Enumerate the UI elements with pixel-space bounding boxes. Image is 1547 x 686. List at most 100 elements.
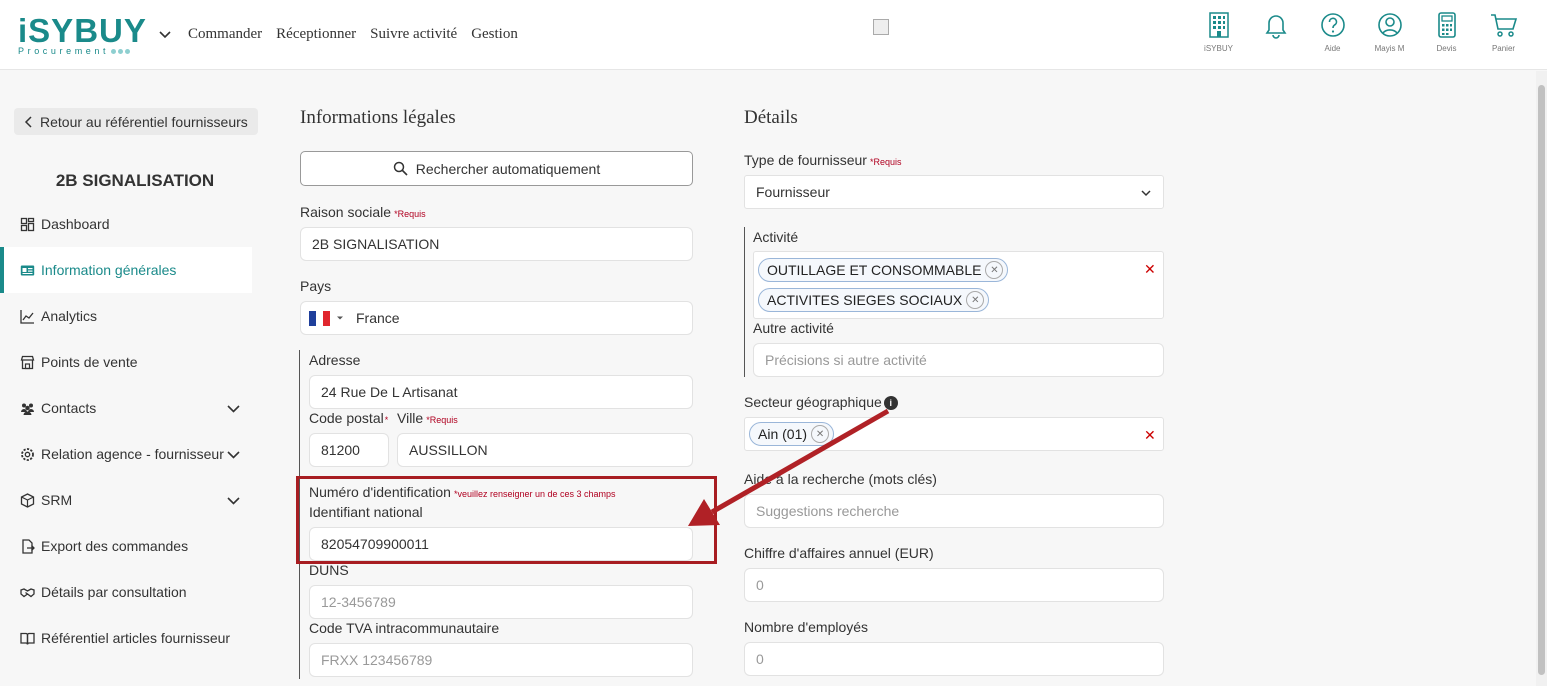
pays-value: France bbox=[356, 310, 400, 326]
sidebar-item-label: Contacts bbox=[41, 400, 97, 416]
book-icon bbox=[20, 632, 35, 645]
sidebar-item-label: Points de vente bbox=[41, 354, 138, 370]
company-name: 2B SIGNALISATION bbox=[55, 171, 215, 190]
export-icon bbox=[22, 538, 35, 554]
chevron-down-icon[interactable] bbox=[226, 493, 241, 508]
autre-activite-input[interactable]: Précisions si autre activité bbox=[753, 343, 1164, 377]
main-content: Informations légales Rechercher automati… bbox=[260, 71, 1536, 686]
header-icon-label: Devis bbox=[1436, 44, 1457, 53]
type-fournisseur-value: Fournisseur bbox=[756, 184, 830, 200]
sidebar-item-label: Information générales bbox=[41, 262, 177, 278]
id-card-icon bbox=[20, 265, 35, 275]
auto-search-button[interactable]: Rechercher automatiquement bbox=[300, 151, 693, 186]
search-icon bbox=[393, 161, 408, 176]
code-postal-label: Code postal* bbox=[309, 410, 389, 426]
activite-chip: OUTILLAGE ET CONSOMMABLE ✕ bbox=[758, 258, 1009, 282]
header-icon-label: iSYBUY bbox=[1204, 44, 1233, 53]
box-icon bbox=[20, 492, 35, 508]
devis-button[interactable]: Devis bbox=[1418, 10, 1475, 53]
sidebar-item-contacts[interactable]: Contacts bbox=[0, 385, 260, 431]
sidebar-item-referentiel-articles[interactable]: Référentiel articles fournisseur bbox=[0, 615, 260, 661]
calculator-icon bbox=[1437, 12, 1456, 38]
auto-search-label: Rechercher automatiquement bbox=[415, 160, 601, 177]
secteur-label: Secteur géographique i bbox=[744, 394, 898, 411]
chevron-down-icon[interactable] bbox=[158, 28, 172, 42]
page-scrollbar[interactable] bbox=[1536, 71, 1547, 686]
autre-activite-label: Autre activité bbox=[753, 320, 834, 336]
sidebar-item-label: Analytics bbox=[41, 308, 98, 324]
nav-suivre-activite[interactable]: Suivre activité bbox=[370, 26, 457, 43]
details-section-title: Détails bbox=[744, 107, 798, 128]
secteur-multiselect[interactable]: Ain (01) ✕ bbox=[744, 417, 1164, 451]
chevron-down-icon bbox=[1141, 190, 1151, 197]
sidebar-item-srm[interactable]: SRM bbox=[0, 477, 260, 523]
tva-input[interactable]: FRXX 123456789 bbox=[309, 643, 693, 677]
chart-line-icon bbox=[20, 309, 34, 324]
clear-secteur-icon[interactable]: ✕ bbox=[1144, 427, 1156, 444]
sidebar-item-details-consultation[interactable]: Détails par consultation bbox=[0, 569, 260, 615]
aide-recherche-label: Aide à la recherche (mots clés) bbox=[744, 471, 937, 487]
building-icon bbox=[1208, 12, 1229, 38]
bell-icon bbox=[1265, 15, 1286, 39]
nombre-employes-label: Nombre d'employés bbox=[744, 619, 869, 635]
notifications-button[interactable] bbox=[1247, 10, 1304, 53]
cart-icon bbox=[1490, 14, 1517, 37]
sidebar-item-label: Dashboard bbox=[41, 216, 110, 232]
info-icon[interactable]: i bbox=[883, 396, 898, 411]
remove-chip-icon[interactable]: ✕ bbox=[966, 291, 985, 309]
activity-group-line bbox=[744, 227, 745, 377]
gear-icon bbox=[21, 447, 34, 461]
sidebar-item-analytics[interactable]: Analytics bbox=[0, 293, 260, 339]
ville-input[interactable]: AUSSILLON bbox=[397, 433, 693, 467]
clear-activite-icon[interactable]: ✕ bbox=[1144, 261, 1156, 278]
activite-multiselect[interactable]: OUTILLAGE ET CONSOMMABLE ✕ ACTIVITES SIEG… bbox=[753, 251, 1164, 319]
chiffre-affaires-label: Chiffre d'affaires annuel (EUR) bbox=[744, 545, 934, 561]
chevron-down-icon[interactable] bbox=[226, 401, 241, 416]
sidebar-item-relation-agence[interactable]: Relation agence - fournisseur bbox=[0, 431, 260, 477]
code-postal-input[interactable]: 81200 bbox=[309, 433, 389, 467]
aide-recherche-input[interactable]: Suggestions recherche bbox=[744, 494, 1164, 528]
annotation-highlight-box bbox=[296, 476, 717, 564]
user-menu-button[interactable]: Mayis M bbox=[1361, 10, 1418, 53]
main-nav: Commander Réceptionner Suivre activité G… bbox=[188, 26, 518, 43]
pays-select[interactable]: France bbox=[300, 301, 693, 335]
isybuy-logo[interactable]: iSYBUY Procurement bbox=[18, 14, 158, 58]
activite-label: Activité bbox=[753, 229, 799, 245]
adresse-input[interactable]: 24 Rue De L Artisanat bbox=[309, 375, 693, 409]
nav-receptionner[interactable]: Réceptionner bbox=[276, 26, 356, 43]
remove-chip-icon[interactable]: ✕ bbox=[811, 425, 830, 443]
secteur-chip: Ain (01) ✕ bbox=[749, 422, 835, 446]
sidebar-item-dashboard[interactable]: Dashboard bbox=[0, 201, 260, 247]
store-icon bbox=[20, 355, 35, 369]
nav-gestion[interactable]: Gestion bbox=[471, 26, 518, 43]
dashboard-icon bbox=[20, 217, 35, 231]
tva-label: Code TVA intracommunautaire bbox=[309, 620, 500, 636]
chevron-down-icon[interactable] bbox=[226, 447, 241, 462]
scrollbar-thumb[interactable] bbox=[1538, 85, 1545, 675]
type-fournisseur-select[interactable]: Fournisseur bbox=[744, 175, 1164, 209]
user-icon bbox=[1377, 13, 1402, 37]
duns-input[interactable]: 12-3456789 bbox=[309, 585, 693, 619]
cart-button[interactable]: Panier bbox=[1475, 10, 1532, 53]
header-isybuy-button[interactable]: iSYBUY bbox=[1190, 10, 1247, 53]
sidebar-item-information-generales[interactable]: Information générales bbox=[0, 247, 252, 293]
chevron-left-icon bbox=[24, 115, 32, 128]
header-icon-label: Aide bbox=[1324, 44, 1341, 53]
raison-sociale-label: Raison sociale *Requis bbox=[300, 204, 426, 220]
sidebar-item-points-de-vente[interactable]: Points de vente bbox=[0, 339, 260, 385]
help-button[interactable]: Aide bbox=[1304, 10, 1361, 53]
header-icons: iSYBUY Aide Mayis M Devis Panier bbox=[1190, 10, 1532, 53]
back-label: Retour au référentiel fournisseurs bbox=[40, 113, 248, 130]
nav-commander[interactable]: Commander bbox=[188, 26, 262, 43]
sidebar-item-export-commandes[interactable]: Export des commandes bbox=[0, 523, 260, 569]
broken-image-icon bbox=[873, 19, 889, 35]
france-flag-icon bbox=[309, 310, 330, 326]
sidebar-item-label: Référentiel articles fournisseur bbox=[41, 630, 231, 646]
logo-text: iSYBUY bbox=[18, 12, 147, 49]
chiffre-affaires-input[interactable]: 0 bbox=[744, 568, 1164, 602]
caret-down-icon bbox=[337, 316, 343, 320]
raison-sociale-input[interactable]: 2B SIGNALISATION bbox=[300, 227, 693, 261]
remove-chip-icon[interactable]: ✕ bbox=[985, 261, 1004, 279]
nombre-employes-input[interactable]: 0 bbox=[744, 642, 1164, 676]
back-to-suppliers-button[interactable]: Retour au référentiel fournisseurs bbox=[14, 108, 258, 135]
